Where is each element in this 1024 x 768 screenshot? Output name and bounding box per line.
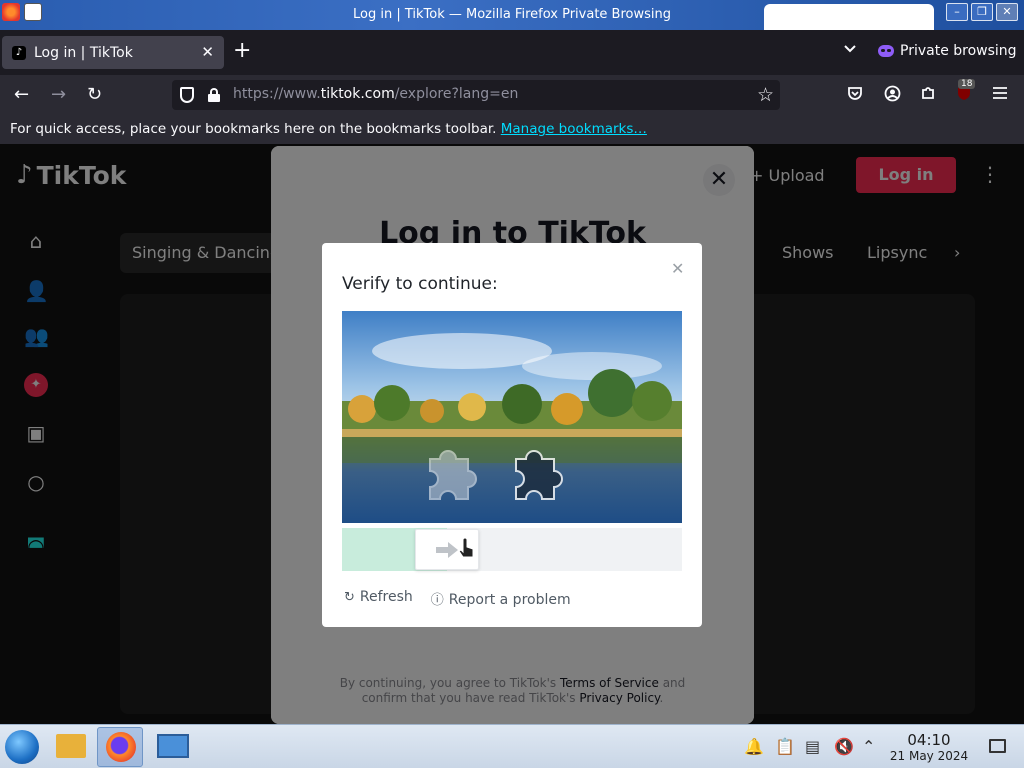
extensions-puzzle-icon[interactable]: [920, 85, 936, 105]
extension-badge-count: 18: [958, 79, 976, 89]
new-tab-button[interactable]: +: [233, 40, 251, 62]
storage-device-icon[interactable]: ▤: [805, 737, 820, 756]
remote-desktop-icon: [157, 734, 189, 758]
tab-tiktok-login[interactable]: ♪ Log in | TikTok ✕: [2, 36, 224, 69]
report-label: Report a problem: [448, 592, 571, 608]
tab-strip: ♪ Log in | TikTok ✕ + Private browsing: [0, 30, 1024, 75]
list-all-tabs-icon[interactable]: [843, 42, 857, 58]
taskbar-remote-desktop[interactable]: [150, 727, 196, 767]
captcha-dialog: Verify to continue: ✕ ↻ Refresh ⓘ Report…: [322, 243, 702, 627]
url-prefix: https://www.: [233, 86, 321, 102]
clipboard-icon[interactable]: 📋: [775, 737, 795, 756]
tab-label: Log in | TikTok: [34, 44, 133, 61]
system-clock[interactable]: 04:10 21 May 2024: [888, 732, 970, 764]
minimize-button[interactable]: –: [946, 3, 968, 21]
bookmarks-hint-text: For quick access, place your bookmarks h…: [10, 121, 497, 137]
info-circle-icon: ⓘ: [430, 593, 444, 608]
tracking-protection-shield-icon[interactable]: [180, 87, 194, 103]
captcha-close-icon[interactable]: ✕: [671, 259, 684, 278]
folder-icon: [56, 734, 86, 758]
window-controls: – ❐ ✕: [946, 3, 1018, 21]
private-mask-icon: [878, 45, 894, 57]
firefox-icon: [106, 732, 136, 762]
clock-time: 04:10: [907, 731, 951, 749]
manage-bookmarks-link[interactable]: Manage bookmarks…: [501, 121, 647, 137]
url-bar[interactable]: https://www.tiktok.com/explore?lang=en ☆: [172, 80, 780, 110]
maximize-button[interactable]: ❐: [971, 3, 993, 21]
private-browsing-indicator: Private browsing: [878, 43, 1017, 59]
clock-date: 21 May 2024: [889, 749, 969, 763]
captcha-slider-handle[interactable]: [415, 529, 479, 570]
close-tab-icon[interactable]: ✕: [201, 43, 214, 61]
cursor-hand-icon: [458, 538, 474, 558]
refresh-label: Refresh: [359, 589, 413, 605]
pocket-icon[interactable]: [847, 85, 863, 105]
bookmark-star-icon[interactable]: ☆: [757, 84, 774, 106]
bookmarks-toolbar: For quick access, place your bookmarks h…: [0, 115, 1024, 144]
refresh-icon: ↻: [344, 590, 355, 605]
url-suffix: /explore?lang=en: [394, 86, 519, 102]
captcha-report-button[interactable]: ⓘ Report a problem: [431, 589, 571, 608]
os-taskbar: 🔔 📋 ▤ 🔇 ⌃ 04:10 21 May 2024: [0, 724, 1024, 768]
forward-button[interactable]: →: [51, 85, 66, 105]
close-window-button[interactable]: ✕: [996, 3, 1018, 21]
tiktok-favicon: ♪: [12, 45, 26, 60]
captcha-title: Verify to continue:: [342, 274, 498, 294]
hamburger-menu-icon[interactable]: [992, 85, 1008, 104]
window-titlebar: Log in | TikTok — Mozilla Firefox Privat…: [0, 0, 1024, 30]
start-menu-icon[interactable]: [5, 730, 39, 764]
url-host: tiktok.com: [320, 86, 395, 102]
private-browsing-label: Private browsing: [900, 43, 1017, 59]
taskbar-firefox[interactable]: [97, 727, 143, 767]
url-text[interactable]: https://www.tiktok.com/explore?lang=en: [233, 86, 518, 102]
tray-expand-icon[interactable]: ⌃: [862, 737, 875, 756]
taskbar-file-manager[interactable]: [48, 727, 94, 767]
lock-icon[interactable]: [208, 88, 220, 102]
window-title: Log in | TikTok — Mozilla Firefox Privat…: [353, 7, 671, 22]
captcha-puzzle-image: [342, 311, 682, 523]
navigation-toolbar: ← → ↻ https://www.tiktok.com/explore?lan…: [0, 75, 1024, 115]
captcha-refresh-button[interactable]: ↻ Refresh: [344, 589, 413, 608]
captcha-actions: ↻ Refresh ⓘ Report a problem: [344, 589, 571, 608]
reload-button[interactable]: ↻: [87, 85, 102, 105]
notifications-bell-icon[interactable]: 🔔: [744, 737, 764, 756]
show-desktop-icon[interactable]: [989, 739, 1006, 753]
captcha-slider-track[interactable]: [342, 528, 682, 571]
back-button[interactable]: ←: [14, 85, 29, 105]
account-icon[interactable]: [884, 85, 901, 106]
slider-arrow-icon: [436, 542, 458, 558]
volume-muted-icon[interactable]: 🔇: [834, 737, 854, 756]
